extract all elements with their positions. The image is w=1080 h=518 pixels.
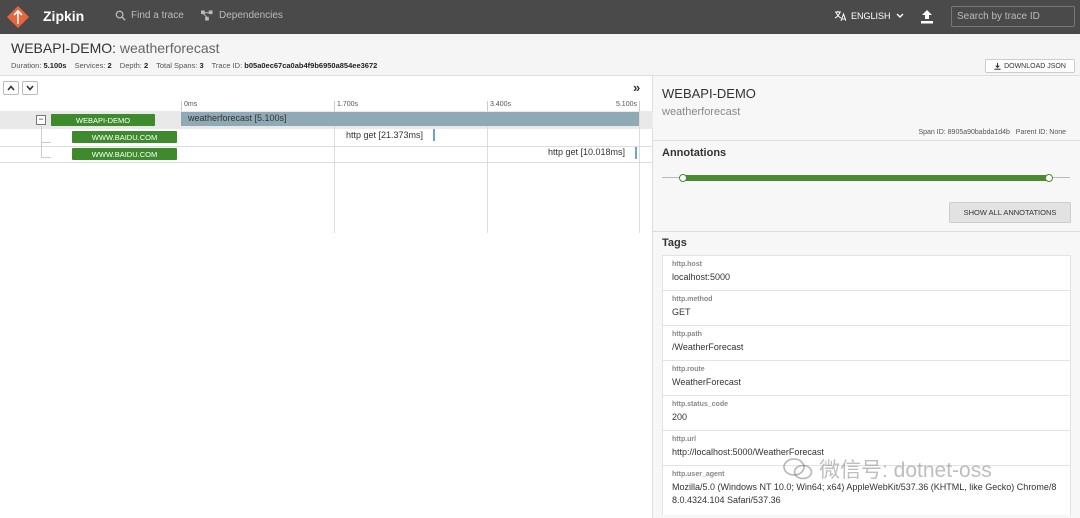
tag-item: http.route WeatherForecast <box>662 360 1071 395</box>
divider <box>653 231 1080 232</box>
tag-item: http.path/WeatherForecast <box>662 325 1071 360</box>
span-label: weatherforecast [5.100s] <box>188 113 287 123</box>
download-icon <box>994 62 1001 70</box>
span-detail-panel: WEBAPI-DEMO weatherforecast Span ID: 890… <box>653 76 1080 518</box>
annotation-bar <box>682 175 1050 181</box>
translate-icon <box>834 11 846 21</box>
tag-key: http.method <box>672 296 713 303</box>
span-bar[interactable] <box>635 147 637 159</box>
grid-line <box>639 111 640 233</box>
nav-find-trace-label: Find a trace <box>131 10 184 21</box>
tag-key: http.route <box>672 366 705 373</box>
row-divider <box>0 162 653 163</box>
trace-header: WEBAPI-DEMO: weatherforecast Duration: 5… <box>0 34 1080 76</box>
services-label: Services: <box>74 61 106 70</box>
tick-label: 5.100s <box>600 101 640 111</box>
tag-value: WeatherForecast <box>672 377 741 387</box>
trace-timeline: » 0ms 1.700s 3.400s 5.100s − WEBAPI-DEMO… <box>0 76 653 518</box>
download-json-button[interactable]: DOWNLOAD JSON <box>985 59 1075 73</box>
watermark: 微信号: dotnet-oss <box>783 454 992 484</box>
tag-value: localhost:5000 <box>672 272 731 282</box>
tick-label: 1.700s <box>334 101 358 111</box>
grid-line <box>334 111 335 233</box>
language-label: ENGLISH <box>851 10 891 21</box>
trace-meta: Duration: 5.100s Services: 2 Depth: 2 To… <box>11 61 383 70</box>
tags-heading: Tags <box>662 237 687 249</box>
total-spans-label: Total Spans: <box>156 61 198 70</box>
trace-id-search-input[interactable] <box>951 6 1075 27</box>
zipkin-logo-icon[interactable] <box>6 5 30 29</box>
tag-value: /WeatherForecast <box>672 342 744 352</box>
total-spans-value: 3 <box>199 61 204 70</box>
nav-find-trace[interactable]: Find a trace <box>115 10 184 21</box>
divider <box>653 140 1080 141</box>
tag-value: Mozilla/5.0 (Windows NT 10.0; Win64; x64… <box>672 482 1057 505</box>
span-id-value: 8905a90babda1d4b <box>947 129 1010 136</box>
collapse-toggle[interactable]: − <box>36 115 46 125</box>
trace-id-value: b05a0ec67ca0ab4f9b6950a854ee3672 <box>244 61 378 70</box>
title-operation: weatherforecast <box>119 40 220 56</box>
search-icon <box>115 10 126 21</box>
tag-item: http.method GET <box>662 290 1071 325</box>
annotation-marker[interactable] <box>1045 174 1053 182</box>
top-nav: Zipkin Find a trace Dependencies ENGLISH <box>0 0 1080 34</box>
grid-line <box>487 111 488 233</box>
expand-detail-icon[interactable]: » <box>633 80 640 95</box>
chevron-down-icon <box>26 85 34 91</box>
nav-dependencies-label: Dependencies <box>219 10 283 21</box>
parent-id-value: None <box>1049 129 1066 136</box>
tag-item: http.status_code 200 <box>662 395 1071 430</box>
tag-value: GET <box>672 307 691 317</box>
tag-item: http.host localhost:5000 <box>662 255 1071 290</box>
service-badge[interactable]: WEBAPI-DEMO <box>51 114 155 126</box>
show-all-annotations-button[interactable]: SHOW ALL ANNOTATIONS <box>949 202 1071 223</box>
depth-value: 2 <box>143 61 149 70</box>
tag-key: http.host <box>672 261 702 268</box>
span-ids: Span ID: 8905a90babda1d4b Parent ID: Non… <box>918 129 1066 136</box>
download-json-label: DOWNLOAD JSON <box>1004 62 1066 70</box>
network-icon <box>201 10 213 21</box>
upload-icon[interactable] <box>919 9 935 25</box>
trace-id-label: Trace ID: <box>211 61 243 70</box>
nav-dependencies[interactable]: Dependencies <box>200 10 283 21</box>
tag-key: http.url <box>672 436 697 443</box>
annotation-marker[interactable] <box>679 174 687 182</box>
page-title: WEBAPI-DEMO: weatherforecast <box>11 40 220 56</box>
service-badge[interactable]: WWW.BAIDU.COM <box>72 131 177 143</box>
tree-connector <box>41 142 51 158</box>
span-id-label: Span ID: <box>918 129 946 136</box>
watermark-text: 微信号: dotnet-oss <box>819 459 992 482</box>
expand-all-button[interactable] <box>22 81 38 95</box>
tick-label: 0ms <box>181 101 197 111</box>
duration-label: Duration: <box>11 61 42 70</box>
collapse-all-button[interactable] <box>3 81 19 95</box>
service-badge[interactable]: WWW.BAIDU.COM <box>72 148 177 160</box>
annotations-heading: Annotations <box>662 147 727 159</box>
wechat-icon <box>783 458 813 480</box>
detail-service-name: WEBAPI-DEMO <box>662 86 756 101</box>
parent-id-label: Parent ID: <box>1015 129 1048 136</box>
title-service: WEBAPI-DEMO: <box>11 40 117 56</box>
language-selector[interactable]: ENGLISH <box>834 10 904 21</box>
span-label: http get [10.018ms] <box>548 147 626 157</box>
span-label: http get [21.373ms] <box>346 130 424 140</box>
tag-key: http.status_code <box>672 401 729 408</box>
depth-label: Depth: <box>119 61 142 70</box>
span-bar[interactable] <box>433 129 435 141</box>
duration-value: 5.100s <box>43 61 67 70</box>
brand-name[interactable]: Zipkin <box>43 8 84 24</box>
detail-operation-name: weatherforecast <box>662 106 741 118</box>
tick-label: 3.400s <box>487 101 511 111</box>
tag-value: 200 <box>672 412 688 422</box>
tag-key: http.path <box>672 331 702 338</box>
chevron-up-icon <box>7 85 15 91</box>
services-value: 2 <box>107 61 112 70</box>
chevron-down-icon <box>896 13 904 18</box>
tree-connector <box>41 126 51 143</box>
